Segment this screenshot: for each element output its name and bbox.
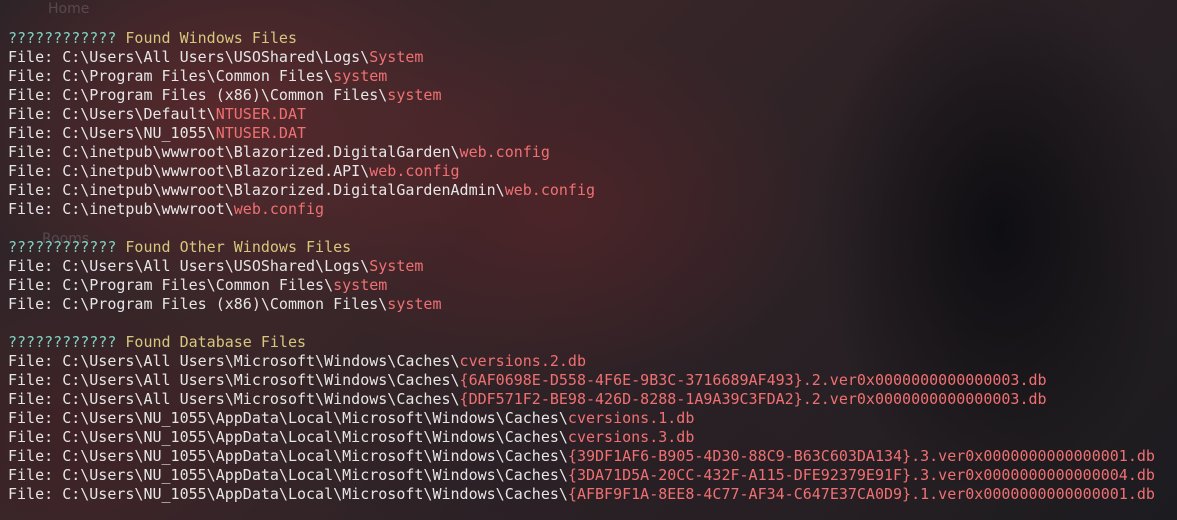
- file-name: cversions.1.db: [567, 409, 695, 427]
- file-label: File:: [8, 162, 54, 180]
- section-title: Found Other Windows Files: [125, 238, 352, 256]
- background-ghost-home: Home: [48, 1, 90, 17]
- section-title: Found Database Files: [125, 333, 307, 351]
- file-dir: C:\Program Files (x86)\Common Files\: [62, 86, 388, 104]
- file-dir: C:\inetpub\wwwroot\: [62, 200, 234, 218]
- file-label: File:: [8, 200, 54, 218]
- file-entry: File: C:\Program Files (x86)\Common File…: [8, 295, 1177, 314]
- file-entry: File: C:\Users\NU_1055\NTUSER.DAT: [8, 124, 1177, 143]
- file-name: system: [387, 86, 442, 104]
- file-entry: File: C:\Users\All Users\USOShared\Logs\…: [8, 257, 1177, 276]
- file-label: File:: [8, 485, 54, 503]
- file-name: cversions.2.db: [459, 352, 586, 370]
- file-name: web.config: [504, 181, 596, 199]
- file-label: File:: [8, 67, 54, 85]
- file-label: File:: [8, 48, 54, 66]
- file-entry: File: C:\Users\NU_1055\AppData\Local\Mic…: [8, 485, 1177, 504]
- file-label: File:: [8, 86, 54, 104]
- file-entry: File: C:\inetpub\wwwroot\web.config: [8, 200, 1177, 219]
- file-entry: File: C:\Users\All Users\Microsoft\Windo…: [8, 390, 1177, 409]
- file-name: System: [369, 257, 424, 275]
- file-dir: C:\Users\NU_1055\AppData\Local\Microsoft…: [62, 409, 568, 427]
- file-label: File:: [8, 105, 54, 123]
- file-dir: C:\Users\All Users\Microsoft\Windows\Cac…: [62, 371, 460, 389]
- file-label: File:: [8, 143, 54, 161]
- file-dir: C:\Users\All Users\USOShared\Logs\: [62, 257, 370, 275]
- file-entry: File: C:\Users\NU_1055\AppData\Local\Mic…: [8, 447, 1177, 466]
- file-dir: C:\Users\NU_1055\AppData\Local\Microsoft…: [62, 485, 568, 503]
- file-name: system: [387, 295, 442, 313]
- file-name: NTUSER.DAT: [215, 124, 307, 142]
- file-name: {39DF1AF6-B905-4D30-88C9-B63C603DA134}.3…: [567, 447, 1155, 465]
- file-entry: File: C:\inetpub\wwwroot\Blazorized.Digi…: [8, 143, 1177, 162]
- file-name: {3DA71D5A-20CC-432F-A115-DFE92379E91F}.3…: [567, 466, 1155, 484]
- file-dir: C:\inetpub\wwwroot\Blazorized.DigitalGar…: [62, 181, 505, 199]
- marker: ????????????: [8, 29, 117, 47]
- file-name: System: [369, 48, 424, 66]
- file-label: File:: [8, 124, 54, 142]
- file-name: {AFBF9F1A-8EE8-4C77-AF34-C647E37CA0D9}.1…: [567, 485, 1155, 503]
- file-dir: C:\Users\Default\: [62, 105, 216, 123]
- file-entry: File: C:\Users\All Users\Microsoft\Windo…: [8, 371, 1177, 390]
- file-entry: File: C:\Users\Default\NTUSER.DAT: [8, 105, 1177, 124]
- file-dir: C:\Users\NU_1055\AppData\Local\Microsoft…: [62, 428, 568, 446]
- file-label: File:: [8, 276, 54, 294]
- file-entry: File: C:\Users\NU_1055\AppData\Local\Mic…: [8, 409, 1177, 428]
- file-label: File:: [8, 466, 54, 484]
- file-dir: C:\Users\All Users\USOShared\Logs\: [62, 48, 370, 66]
- file-label: File:: [8, 352, 54, 370]
- file-label: File:: [8, 428, 54, 446]
- section-heading-other-windows-files: ???????????? Found Other Windows Files: [8, 238, 1177, 257]
- file-entry: File: C:\Users\NU_1055\AppData\Local\Mic…: [8, 428, 1177, 447]
- section-title: Found Windows Files: [125, 29, 297, 47]
- file-label: File:: [8, 257, 54, 275]
- file-dir: C:\Users\NU_1055\AppData\Local\Microsoft…: [62, 447, 568, 465]
- file-label: File:: [8, 295, 54, 313]
- file-dir: C:\inetpub\wwwroot\Blazorized.API\: [62, 162, 370, 180]
- file-name: {DDF571F2-BE98-426D-8288-1A9A39C3FDA2}.2…: [459, 390, 1047, 408]
- file-name: NTUSER.DAT: [215, 105, 307, 123]
- file-entry: File: C:\Users\NU_1055\AppData\Local\Mic…: [8, 466, 1177, 485]
- file-label: File:: [8, 181, 54, 199]
- file-label: File:: [8, 390, 54, 408]
- file-dir: C:\Users\All Users\Microsoft\Windows\Cac…: [62, 352, 460, 370]
- marker: ????????????: [8, 333, 117, 351]
- file-entry: File: C:\Program Files (x86)\Common File…: [8, 86, 1177, 105]
- file-dir: C:\inetpub\wwwroot\Blazorized.DigitalGar…: [62, 143, 460, 161]
- file-entry: File: C:\Users\All Users\Microsoft\Windo…: [8, 352, 1177, 371]
- file-dir: C:\Users\NU_1055\AppData\Local\Microsoft…: [62, 466, 568, 484]
- file-name: {6AF0698E-D558-4F6E-9B3C-3716689AF493}.2…: [459, 371, 1047, 389]
- file-entry: File: C:\inetpub\wwwroot\Blazorized.Digi…: [8, 181, 1177, 200]
- file-label: File:: [8, 409, 54, 427]
- file-name: system: [333, 276, 388, 294]
- file-name: web.config: [369, 162, 460, 180]
- file-name: web.config: [233, 200, 325, 218]
- section-heading-database-files: ???????????? Found Database Files: [8, 333, 1177, 352]
- file-dir: C:\Program Files\Common Files\: [62, 67, 334, 85]
- file-dir: C:\Users\All Users\Microsoft\Windows\Cac…: [62, 390, 460, 408]
- file-entry: File: C:\Users\All Users\USOShared\Logs\…: [8, 48, 1177, 67]
- file-dir: C:\Program Files (x86)\Common Files\: [62, 295, 388, 313]
- marker: ????????????: [8, 238, 117, 256]
- file-entry: File: C:\Program Files\Common Files\syst…: [8, 67, 1177, 86]
- file-entry: File: C:\inetpub\wwwroot\Blazorized.API\…: [8, 162, 1177, 181]
- file-entry: File: C:\Program Files\Common Files\syst…: [8, 276, 1177, 295]
- terminal-output[interactable]: ???????????? Found Windows Files File: C…: [8, 29, 1177, 504]
- file-dir: C:\Program Files\Common Files\: [62, 276, 334, 294]
- file-dir: C:\Users\NU_1055\: [62, 124, 216, 142]
- file-name: system: [333, 67, 388, 85]
- file-label: File:: [8, 371, 54, 389]
- section-heading-windows-files: ???????????? Found Windows Files: [8, 29, 1177, 48]
- file-name: cversions.3.db: [567, 428, 695, 446]
- file-label: File:: [8, 447, 54, 465]
- file-name: web.config: [459, 143, 550, 161]
